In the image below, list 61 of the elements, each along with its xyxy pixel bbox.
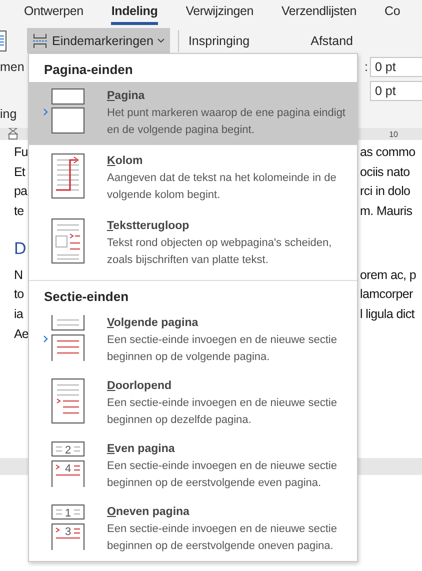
body-text: Ae: [14, 326, 28, 341]
menu-item-description: Een sectie-einde invoegen en de nieuwe sectie beginnen op de volgende pagina.: [107, 333, 338, 365]
page-break-icon: [51, 88, 85, 134]
spacing-field[interactable]: 0 pt: [370, 81, 422, 101]
menu-item-title: Tekstterugloop: [107, 219, 190, 234]
next-page-break-icon: [51, 315, 85, 361]
body-text: ociis nato: [360, 164, 410, 179]
body-text: rci in dolo: [360, 184, 410, 198]
menu-item-description: Aangeven dat de tekst na het kolomeinde in de volgende kolom begint.: [107, 171, 338, 203]
continuous-break-icon: [51, 378, 85, 424]
ribbon-tab[interactable]: Verwijzingen: [186, 0, 254, 25]
menu-item-title: Doorlopend: [107, 379, 173, 394]
ribbon-tab[interactable]: Co: [384, 0, 400, 25]
body-text: m. Mauris: [360, 204, 412, 218]
body-text: orem ac, p: [360, 268, 416, 282]
menu-item-title: Kolom: [107, 154, 144, 169]
section-heading: Pagina-einden: [43, 61, 134, 79]
menu-item[interactable]: 1 3 Oneven pagina Een sectie-einde invoegen en de nieuwe sectie beginnen op de eerstvolgende oneven pagina.: [29, 498, 357, 561]
body-text: lamcorper: [360, 287, 413, 302]
menu-item[interactable]: Pagina Het punt markeren waarop de ene pagina eindigt en de volgende pagina begint.: [29, 82, 357, 145]
menu-item-description: Een sectie-einde invoegen en de nieuwe sectie beginnen op de eerstvolgende oneven pagina.: [107, 522, 338, 554]
body-text: te: [14, 204, 24, 218]
document-icon[interactable]: [0, 30, 8, 52]
text-wrap-icon: [51, 218, 85, 264]
group-label: men: [0, 60, 24, 74]
spacing-label: Afstand: [310, 34, 353, 48]
body-text: ia: [14, 306, 23, 321]
menu-item-description: Tekst rond objecten op webpagina's scheiden, zoals bijschriften van platte tekst.: [107, 236, 333, 268]
menu-item[interactable]: Doorlopend Een sectie-einde invoegen en de nieuwe sectie beginnen op dezelfde pagina.: [29, 372, 357, 435]
body-text: l ligula dict: [360, 306, 414, 321]
menu-item-title: Oneven pagina: [107, 505, 190, 520]
body-text: Et: [14, 164, 26, 179]
menu-item[interactable]: 2 4 Even pagina Een sectie-einde invoegen en de nieuwe sectie beginnen op de eerstvolgende even pagina.: [29, 435, 357, 498]
menu-item-description: Een sectie-einde invoegen en de nieuwe sectie beginnen op dezelfde pagina.: [107, 396, 338, 428]
menu-item[interactable]: Tekstterugloop Tekst rond objecten op webpagina's scheiden, zoals bijschriften van platte tekst.: [29, 212, 357, 275]
menu-item-description: Een sectie-einde invoegen en de nieuwe sectie beginnen op de eerstvolgende even pagina.: [107, 459, 338, 491]
body-text: to: [14, 287, 24, 302]
chevron-down-icon: [157, 38, 166, 44]
menu-item[interactable]: Kolom Aangeven dat de tekst na het kolomeinde in de volgende kolom begint.: [29, 147, 357, 210]
field-label: :: [364, 60, 368, 74]
body-text: Fu: [14, 144, 28, 159]
body-text: as commo: [360, 144, 416, 159]
menu-item-title: Pagina: [107, 89, 146, 104]
menu-item-title: Volgende pagina: [107, 316, 200, 331]
menu-item-title: Even pagina: [107, 442, 176, 457]
group-label: ing: [0, 107, 17, 121]
section-heading: Sectie-einden: [43, 288, 130, 306]
ribbon-tab[interactable]: Ontwerpen: [24, 0, 84, 25]
ribbon-tab[interactable]: Verzendlijsten: [281, 0, 356, 25]
spacing-field[interactable]: 0 pt: [370, 57, 422, 77]
indent-label: Inspringing: [188, 34, 250, 48]
ruler-number: 10: [389, 130, 398, 138]
breaks-icon: [32, 32, 48, 48]
body-text: pa: [14, 184, 28, 198]
body-text: N: [14, 268, 23, 282]
heading-text: D: [14, 238, 26, 259]
breaks-dropdown-button[interactable]: Eindemarkeringen: [27, 28, 170, 53]
menu-item-description: Het punt markeren waarop de ene pagina eindigt en de volgende pagina begint.: [107, 106, 346, 138]
menu-item[interactable]: Volgende pagina Een sectie-einde invoegen en de nieuwe sectie beginnen op de volgende pagina.: [29, 309, 357, 372]
indent-marker-icon[interactable]: [8, 128, 18, 140]
column-break-icon: [51, 153, 85, 199]
